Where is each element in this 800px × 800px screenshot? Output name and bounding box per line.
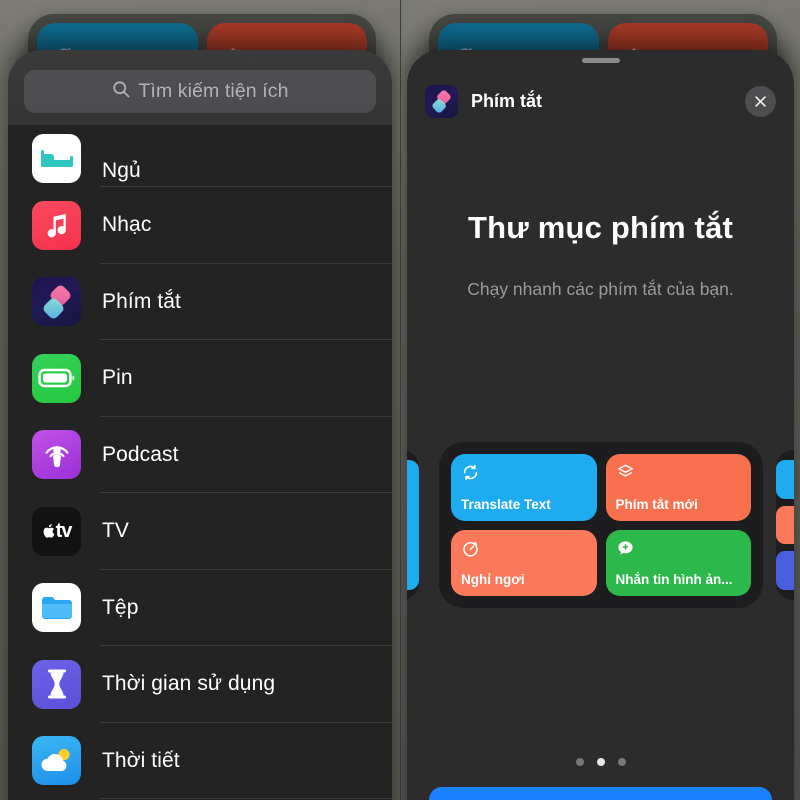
list-item[interactable]: Phím tắt — [8, 263, 392, 340]
music-note-icon — [32, 200, 81, 250]
refresh-circle-icon — [463, 464, 478, 481]
widget-tile-label: Phím tắt mới — [615, 496, 698, 512]
page-subtitle: Chạy nhanh các phím tắt của bạn. — [467, 279, 734, 299]
message-plus-icon — [617, 540, 633, 555]
list-item[interactable]: Ngủ — [8, 125, 392, 187]
search-input[interactable]: Tìm kiếm tiện ích — [24, 70, 376, 113]
layers-icon — [617, 464, 633, 477]
list-item[interactable]: tv TV — [8, 493, 392, 570]
detail-header: Phím tắt — [407, 78, 794, 124]
list-item[interactable]: Thời gian sử dụng — [8, 646, 392, 723]
list-item[interactable]: Pin — [8, 340, 392, 417]
right-phone-panel: Phím tắt Thư mục phím tắt Chạy nhanh các… — [400, 0, 800, 800]
add-widget-button[interactable]: Thêm tiện ích — [429, 787, 772, 800]
widget-tile[interactable]: Nghỉ ngơi — [451, 529, 597, 596]
list-item-label: Phím tắt — [102, 289, 181, 313]
shortcuts-icon — [425, 84, 458, 118]
sheet-grabber[interactable] — [581, 58, 620, 63]
search-icon — [111, 79, 131, 104]
close-icon — [755, 95, 766, 107]
apple-tv-icon: tv — [32, 506, 81, 556]
sleep-icon — [32, 134, 81, 183]
screenshot-root: Tìm kiếm tiện ích Ngủ Nhạc Phím tắt Pin … — [0, 0, 800, 800]
search-zone: Tìm kiếm tiện ích — [8, 50, 392, 125]
detail-app-name: Phím tắt — [471, 90, 543, 111]
search-placeholder: Tìm kiếm tiện ích — [138, 80, 289, 102]
peek-tile — [776, 505, 794, 545]
pager-dot[interactable] — [575, 758, 584, 766]
widget-tile[interactable]: Translate Text — [451, 454, 597, 521]
timer-icon — [463, 541, 478, 557]
widget-preview-card[interactable]: Translate Text Phím tắt mới Nghỉ ngơi Nh… — [439, 442, 763, 608]
pager-dot-active[interactable] — [596, 758, 605, 766]
widget-tile[interactable]: Nhắn tin hình ản... — [605, 529, 751, 596]
close-button[interactable] — [745, 85, 776, 117]
widget-preview-carousel[interactable]: Translate Text Phím tắt mới Nghỉ ngơi Nh… — [407, 442, 794, 608]
widget-gallery-sheet: Tìm kiếm tiện ích Ngủ Nhạc Phím tắt Pin … — [8, 50, 392, 800]
list-item-label: Pin — [102, 366, 133, 390]
list-item[interactable]: Podcast — [8, 416, 392, 493]
pager-dots[interactable] — [407, 758, 794, 766]
left-phone-panel: Tìm kiếm tiện ích Ngủ Nhạc Phím tắt Pin … — [0, 0, 400, 800]
list-item-label: Ngủ — [102, 159, 141, 182]
list-item-label: Nhạc — [102, 213, 152, 237]
page-title: Thư mục phím tắt — [467, 210, 734, 245]
list-item-label: Thời gian sử dụng — [102, 672, 276, 696]
podcast-icon — [32, 430, 81, 480]
shortcuts-icon — [32, 277, 81, 327]
list-item[interactable]: Tệp — [8, 569, 392, 646]
list-item-label: TV — [102, 519, 130, 543]
list-item-label: Podcast — [102, 442, 179, 466]
carousel-peek-previous[interactable] — [407, 450, 419, 600]
widget-tile-label: Nghỉ ngơi — [461, 572, 525, 587]
battery-icon — [32, 353, 81, 403]
list-item[interactable]: Nhạc — [8, 187, 392, 264]
widget-detail-sheet: Phím tắt Thư mục phím tắt Chạy nhanh các… — [407, 50, 794, 800]
files-folder-icon — [32, 583, 81, 633]
widget-tile-label: Nhắn tin hình ản... — [615, 572, 733, 587]
peek-tile — [776, 551, 794, 591]
list-item-label: Tệp — [102, 595, 139, 619]
peek-tile — [776, 460, 794, 499]
list-item-label: Thời tiết — [102, 748, 180, 772]
hourglass-icon — [32, 659, 81, 709]
list-item[interactable]: Thời tiết — [8, 722, 392, 799]
peek-tile — [407, 460, 419, 590]
widget-tile[interactable]: Phím tắt mới — [605, 454, 751, 521]
app-list[interactable]: Ngủ Nhạc Phím tắt Pin Podcast tv TV Tệp … — [8, 125, 392, 800]
weather-cloud-sun-icon — [32, 736, 81, 786]
pager-dot[interactable] — [617, 758, 626, 766]
carousel-peek-next[interactable] — [776, 450, 794, 600]
widget-tile-label: Translate Text — [461, 496, 551, 512]
